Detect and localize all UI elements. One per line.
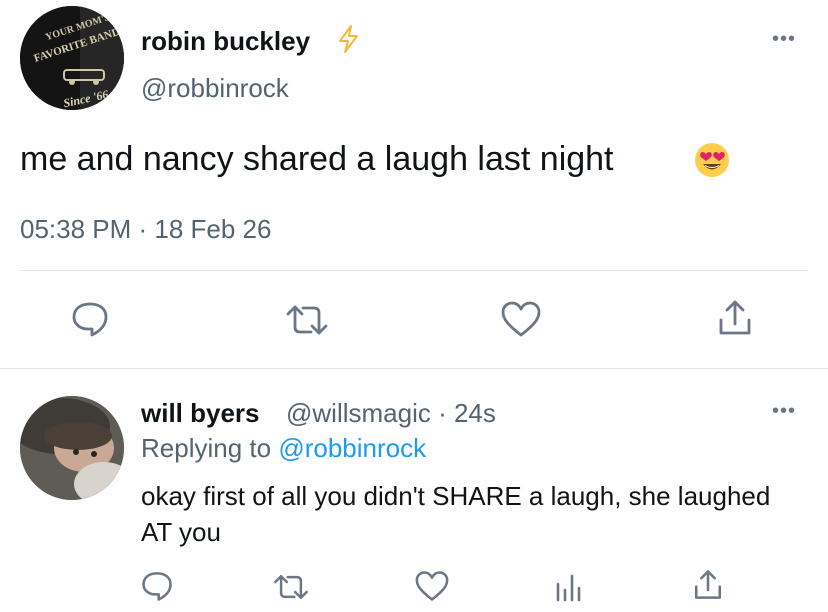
replying-to-link[interactable]: @robbinrock (278, 433, 426, 463)
reply-author-meta: @willsmagic · 24s (286, 398, 496, 429)
avatar-image (20, 396, 124, 500)
replying-to: Replying to @robbinrock (141, 433, 426, 464)
reply-time[interactable]: · 24s (438, 398, 496, 428)
analytics-button[interactable] (554, 570, 584, 602)
avatar[interactable] (20, 396, 124, 500)
reply-like-button[interactable] (414, 570, 450, 602)
share-icon (694, 570, 722, 599)
retweet-icon (286, 305, 328, 335)
analytics-icon (556, 574, 581, 602)
avatar-image: YOUR MOM'S FAVORITE BAND Since '66 (20, 6, 124, 110)
share-button[interactable] (716, 298, 754, 338)
reply-reply-button[interactable] (140, 570, 174, 602)
reply-author-name[interactable]: will byers (141, 398, 260, 429)
reply-button[interactable] (70, 300, 110, 338)
author-name[interactable]: robin buckley (141, 26, 310, 57)
heart-eyes-emoji (695, 143, 729, 177)
divider (20, 270, 808, 271)
lightning-icon (339, 25, 358, 53)
retweet-button[interactable] (284, 302, 330, 338)
divider (0, 368, 828, 369)
avatar[interactable]: YOUR MOM'S FAVORITE BAND Since '66 (20, 6, 124, 110)
reply-icon (142, 572, 172, 601)
retweet-icon (274, 575, 308, 599)
tweet-text: me and nancy shared a laugh last night (20, 140, 614, 178)
like-button[interactable] (500, 300, 542, 338)
heart-icon (415, 571, 449, 601)
replying-to-label: Replying to (141, 433, 272, 463)
author-handle[interactable]: @robbinrock (141, 73, 289, 104)
reply-icon (72, 302, 108, 337)
more-options-button[interactable]: ••• (772, 28, 796, 51)
reply-text: okay first of all you didn't SHARE a lau… (141, 481, 771, 547)
reply-retweet-button[interactable] (272, 572, 310, 602)
tweet-timestamp[interactable]: 05:38 PM · 18 Feb 26 (20, 214, 271, 245)
reply-share-button[interactable] (692, 568, 724, 602)
heart-icon (501, 301, 541, 337)
share-icon (719, 300, 751, 335)
reply-author-handle[interactable]: @willsmagic (286, 398, 431, 428)
reply-more-options-button[interactable]: ••• (772, 400, 796, 423)
